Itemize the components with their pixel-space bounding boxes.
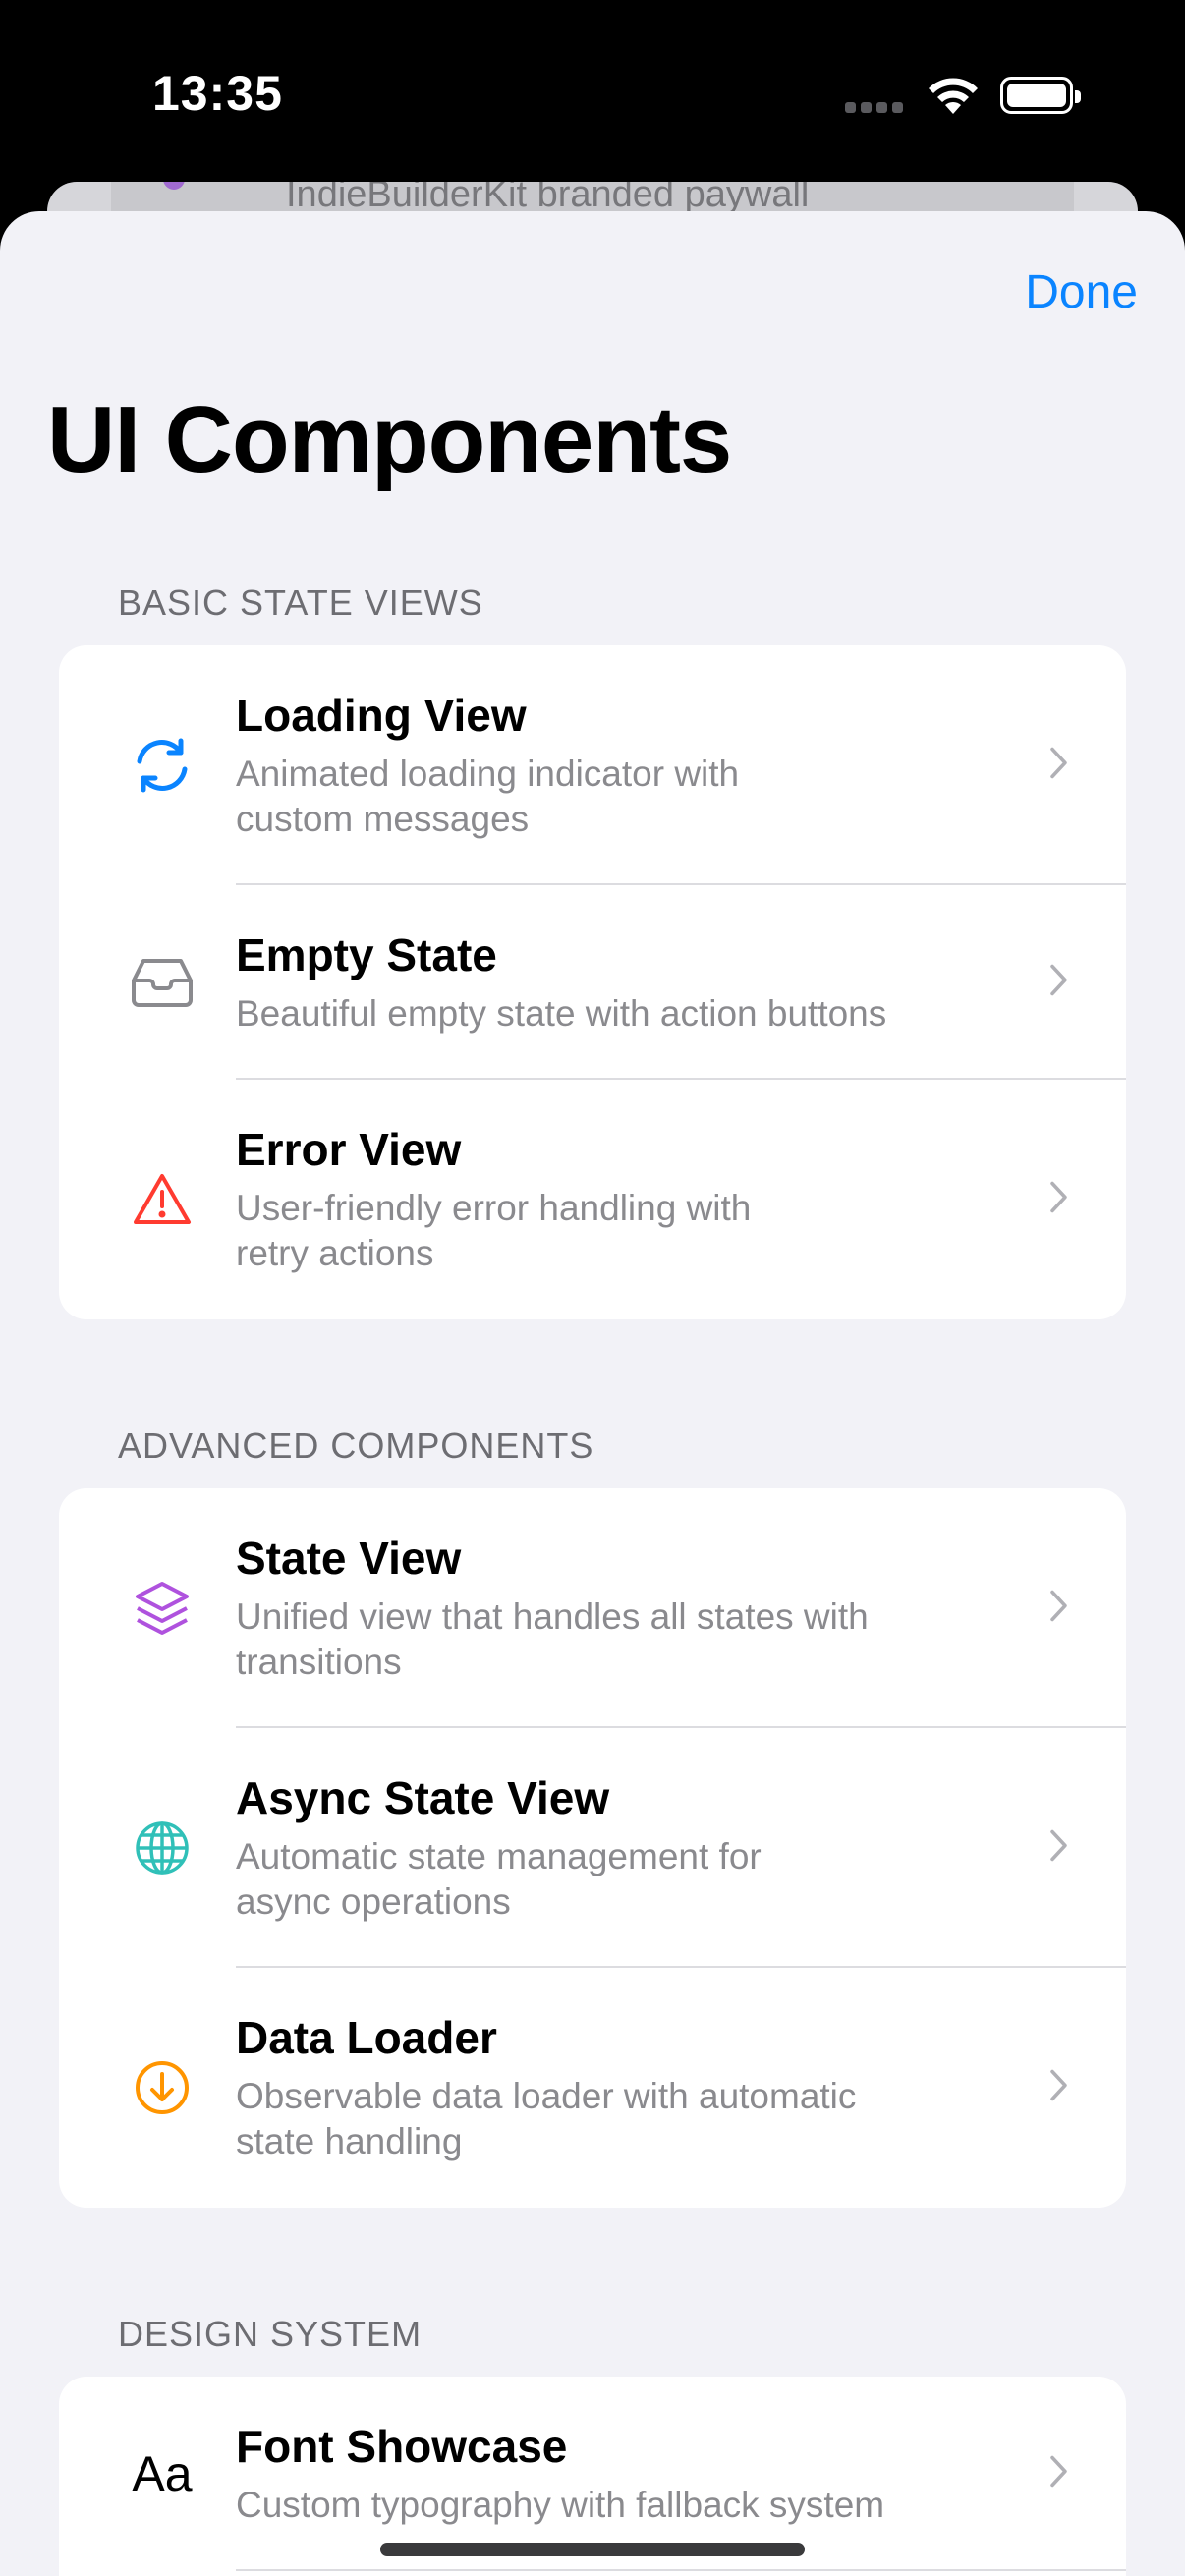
status-time: 13:35 [152,66,283,121]
item-subtitle: Observable data loader with automatic [236,2076,857,2116]
item-subtitle: Beautiful empty state with action button… [236,993,887,1034]
item-subtitle: retry actions [236,1233,434,1273]
cellular-signal-icon [845,100,908,118]
item-subtitle: Automatic state management for [236,1836,762,1876]
item-title: Error View [236,1124,462,1175]
list-item-data-loader[interactable]: Data Loader Observable data loader with … [59,1968,1126,2208]
warning-triangle-icon [128,1165,197,1234]
done-button[interactable]: Done [1025,265,1138,319]
section-header-advanced-components: ADVANCED COMPONENTS [118,1426,594,1466]
text-format-icon: Aa [132,2446,193,2501]
item-subtitle: User-friendly error handling with [236,1188,752,1228]
page-title: UI Components [47,387,732,492]
item-subtitle: Custom typography with fallback system [236,2485,885,2525]
section-header-design-system: DESIGN SYSTEM [118,2314,423,2354]
list-item-async-state-view[interactable]: Async State View Automatic state managem… [59,1728,1126,1968]
arrow-down-circle-icon [128,2053,197,2122]
item-subtitle: state handling [236,2121,463,2161]
chevron-right-icon [1049,1829,1069,1868]
list-item-empty-state[interactable]: Empty State Beautiful empty state with a… [59,885,1126,1080]
item-title: State View [236,1533,462,1584]
chevron-right-icon [1049,1181,1069,1219]
item-title: Async State View [236,1772,610,1823]
status-bar: 13:35 [0,0,1185,187]
card-advanced-components: State View Unified view that handles all… [59,1488,1126,2208]
item-title: Loading View [236,690,527,741]
chevron-right-icon [1049,2069,1069,2107]
section-header-basic-state-views: BASIC STATE VIEWS [118,583,483,623]
layers-icon [128,1574,197,1643]
item-subtitle: custom messages [236,799,530,839]
item-subtitle: Unified view that handles all states wit… [236,1596,869,1637]
item-subtitle: transitions [236,1642,402,1682]
globe-icon [128,1814,197,1882]
tray-icon [128,948,197,1017]
chevron-right-icon [1049,1590,1069,1628]
home-indicator[interactable] [380,2543,805,2556]
item-title: Data Loader [236,2012,497,2063]
chevron-right-icon [1049,2455,1069,2493]
battery-icon [1000,77,1081,114]
chevron-right-icon [1049,964,1069,1002]
list-item-error-view[interactable]: Error View User-friendly error handling … [59,1080,1126,1319]
item-subtitle: async operations [236,1881,511,1922]
list-item-state-view[interactable]: State View Unified view that handles all… [59,1488,1126,1728]
arrow-sync-icon [128,731,197,800]
item-subtitle: Animated loading indicator with [236,754,740,794]
chevron-right-icon [1049,747,1069,785]
wifi-icon [926,75,981,121]
item-title: Font Showcase [236,2421,568,2472]
card-basic-state-views: Loading View Animated loading indicator … [59,645,1126,1319]
list-item-loading-view[interactable]: Loading View Animated loading indicator … [59,645,1126,885]
item-title: Empty State [236,929,497,980]
modal-sheet: Done UI Components BASIC STATE VIEWS Loa… [0,211,1185,2576]
